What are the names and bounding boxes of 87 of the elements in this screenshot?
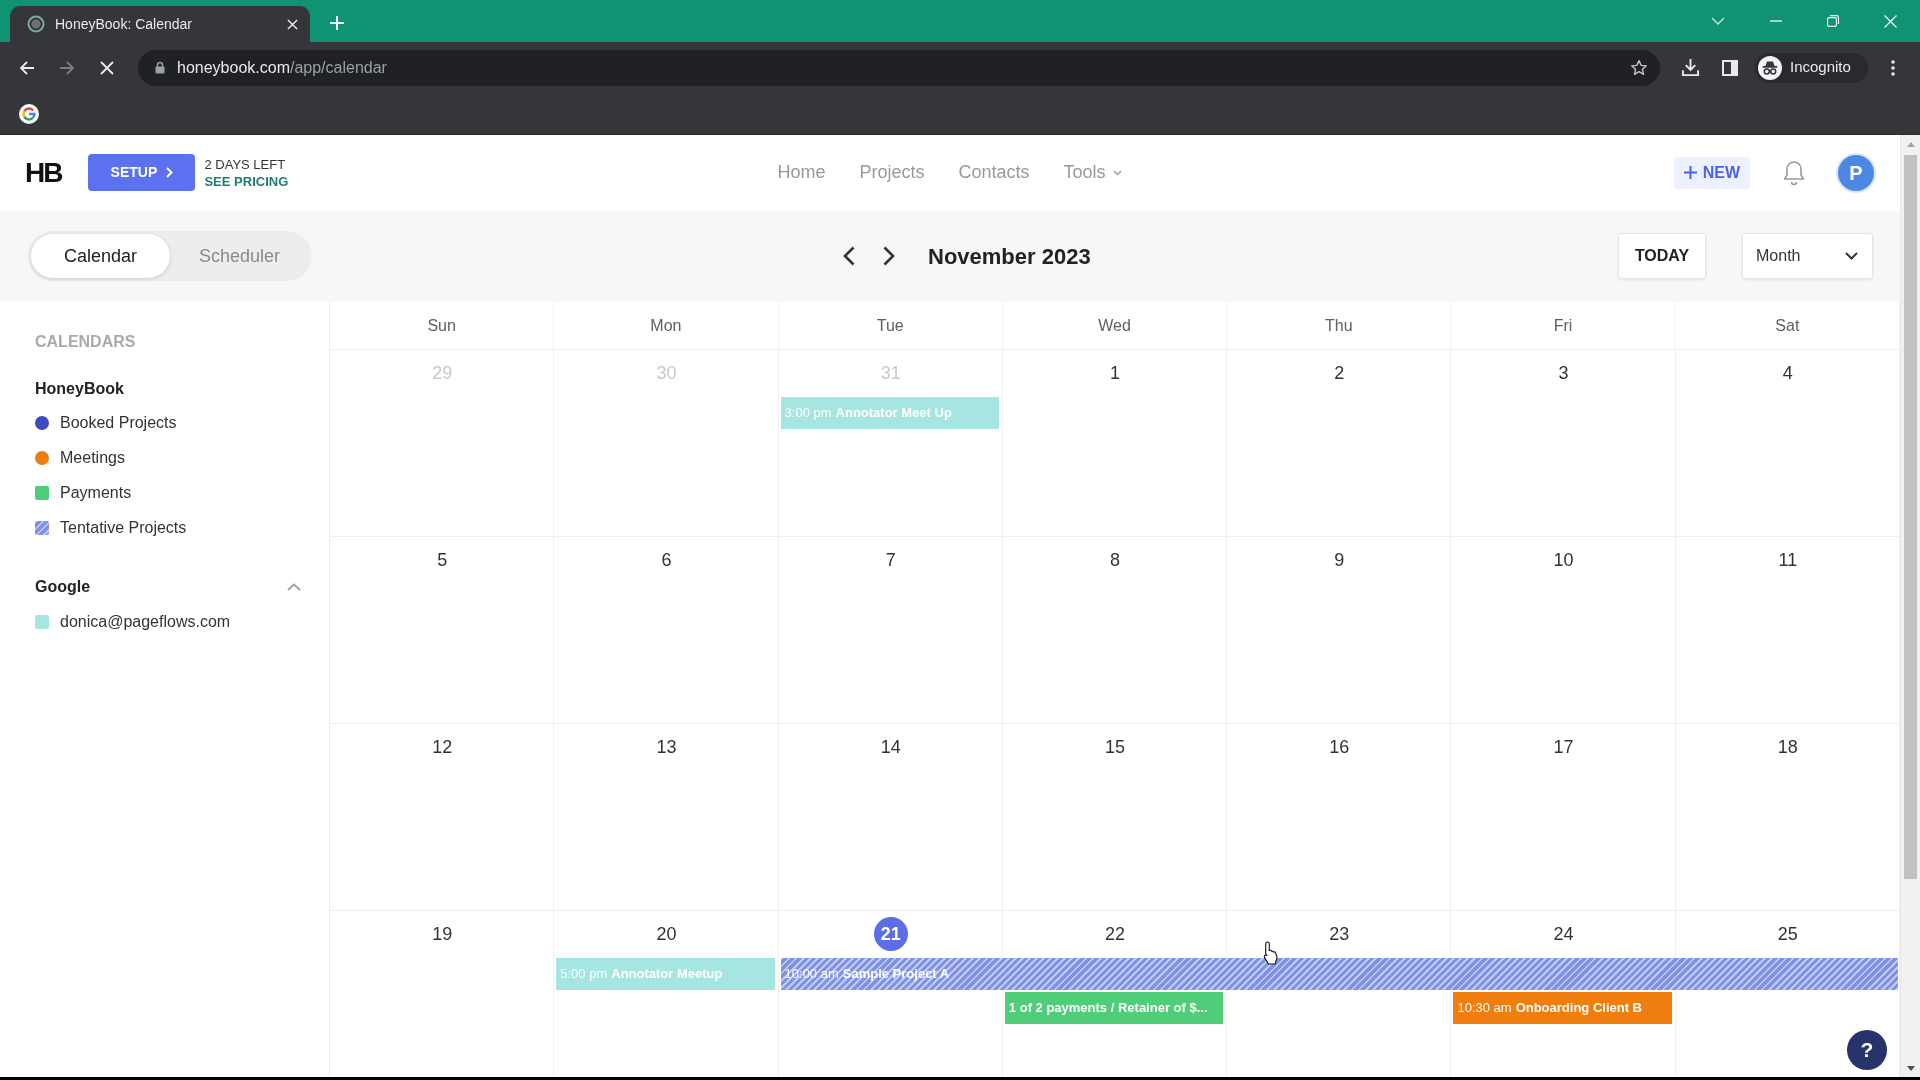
date-number: 7 (885, 548, 896, 572)
chevron-down-icon (1845, 252, 1858, 260)
logo[interactable]: HB (25, 158, 62, 187)
date-number: 8 (1110, 548, 1120, 572)
plus-icon[interactable] (330, 16, 344, 30)
chevron-down-icon[interactable] (1711, 17, 1725, 25)
plus-icon (1683, 166, 1697, 179)
date-number: 13 (656, 735, 677, 759)
calendar-toggle[interactable]: Booked Projects (35, 405, 301, 440)
restore-icon[interactable] (1827, 15, 1839, 27)
calendar-event[interactable]: 10:30 am Onboarding Client B (1453, 992, 1672, 1024)
weekday-label: Tue (876, 315, 904, 336)
more-icon[interactable] (1891, 59, 1895, 76)
date-number: 5 (437, 548, 448, 572)
calendar-toggle[interactable]: Payments (35, 475, 301, 510)
date-number: 15 (1104, 735, 1125, 759)
date-number: 9 (1334, 548, 1345, 572)
chevron-left-icon (843, 246, 855, 266)
star-icon[interactable] (1630, 58, 1648, 77)
chevron-up-icon[interactable] (287, 583, 301, 591)
date-number: 16 (1329, 735, 1350, 759)
calendar-toggle[interactable]: Meetings (35, 440, 301, 475)
nav-link[interactable]: Home (777, 159, 826, 186)
side-panel-icon[interactable] (1722, 59, 1738, 76)
date-number: 4 (1782, 361, 1793, 385)
nav-link[interactable]: Tools (1063, 159, 1122, 186)
calendar-group-title: Google (35, 577, 91, 597)
date-number: 22 (1104, 922, 1125, 946)
calendar-toggle[interactable]: donica@pageflows.com (35, 604, 301, 639)
profile-button[interactable]: Incognito (1755, 52, 1868, 83)
view-select[interactable]: Month (1742, 233, 1873, 279)
view-tab[interactable]: Scheduler (170, 234, 309, 278)
nav-link[interactable]: Contacts (958, 159, 1030, 186)
spinner-icon (27, 15, 45, 33)
scroll-down-icon[interactable] (1906, 1066, 1915, 1071)
address-bar[interactable]: honeybook.com/app/calendar (138, 49, 1660, 86)
bell-icon (1782, 159, 1806, 186)
date-number: 2 (1334, 361, 1345, 385)
view-tab[interactable]: Calendar (31, 234, 170, 278)
chevron-right-icon (883, 246, 895, 266)
date-number: 19 (432, 922, 453, 946)
avatar[interactable]: P (1838, 154, 1874, 191)
incognito-icon (1758, 55, 1782, 80)
notifications-button[interactable] (1782, 159, 1806, 186)
trial-days-left: 2 DAYS LEFT (204, 155, 287, 173)
date-number: 10 (1553, 548, 1574, 572)
browser-tab[interactable]: HoneyBook: Calendar (10, 6, 310, 42)
date-number: 18 (1777, 735, 1798, 759)
calendar-event[interactable]: 10:00 am Sample Project A (780, 958, 1898, 990)
date-number: 17 (1553, 735, 1574, 759)
forward-arrow-icon (59, 59, 75, 76)
close-icon[interactable] (287, 18, 298, 30)
date-number: 25 (1777, 922, 1798, 946)
date-number: 14 (880, 735, 901, 759)
section-heading: CALENDARS (35, 332, 137, 352)
weekday-label: Thu (1325, 315, 1353, 336)
date-number: 23 (1329, 922, 1350, 946)
date-number: 12 (432, 735, 453, 759)
today-button[interactable]: TODAY (1618, 233, 1706, 279)
see-pricing-link[interactable]: SEE PRICING (204, 172, 289, 190)
date-number: 20 (656, 922, 677, 946)
date-number: 1 (1110, 361, 1120, 385)
date-number: 6 (661, 548, 672, 572)
calendar-group-title: HoneyBook (35, 379, 124, 399)
scrollbar[interactable] (1900, 135, 1920, 1077)
download-icon[interactable] (1681, 58, 1700, 77)
scrollbar-thumb[interactable] (1904, 155, 1917, 879)
month-title: November 2023 (928, 242, 1091, 271)
setup-button[interactable]: SETUP (88, 154, 196, 191)
new-button[interactable]: NEW (1673, 156, 1750, 189)
stop-icon (100, 60, 114, 75)
weekday-label: Sat (1775, 315, 1800, 336)
weekday-label: Wed (1098, 315, 1131, 336)
lock-icon (155, 61, 165, 74)
chevron-right-icon (166, 167, 174, 178)
date-number: 24 (1553, 922, 1574, 946)
hand-cursor-icon (1262, 941, 1280, 965)
date-number: 3 (1558, 361, 1569, 385)
g-logo-icon[interactable] (19, 103, 39, 124)
calendar-toggle[interactable]: Tentative Projects (35, 510, 301, 545)
nav-link[interactable]: Projects (859, 159, 925, 186)
back-arrow-icon (19, 59, 35, 76)
weekday-label: Sun (427, 315, 456, 336)
date-number: 11 (1778, 548, 1798, 572)
date-number: 21 (873, 917, 908, 951)
weekday-label: Mon (650, 315, 682, 336)
weekday-label: Fri (1553, 315, 1573, 336)
